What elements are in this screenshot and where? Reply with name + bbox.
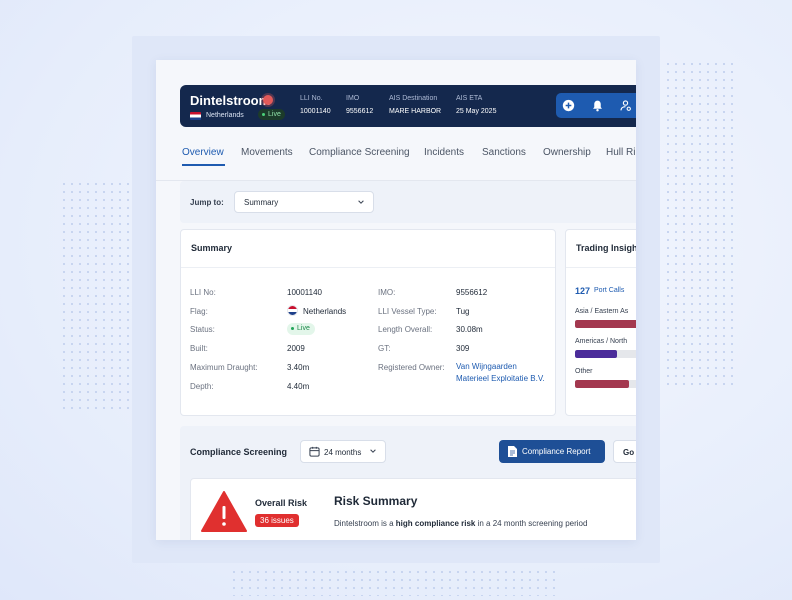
go-button-label: Go xyxy=(623,448,635,457)
region-bar-fill xyxy=(575,350,617,358)
summary-label: IMO: xyxy=(378,288,396,297)
bell-icon[interactable] xyxy=(591,99,604,112)
risk-text-post: in a 24 month screening period xyxy=(475,519,588,528)
meta-label-eta: AIS ETA xyxy=(456,95,483,102)
chevron-down-icon xyxy=(358,200,364,204)
vessel-header: Dintelstroom Netherlands Live LLI No. 10… xyxy=(180,85,636,127)
port-calls-count: 127 xyxy=(575,286,591,296)
summary-value: 30.08m xyxy=(456,325,483,334)
go-button[interactable]: Go xyxy=(613,440,636,463)
dot-pattern-bottom xyxy=(230,568,560,596)
meta-label-lli: LLI No. xyxy=(300,95,323,102)
vessel-actions xyxy=(556,93,636,118)
meta-value-destination: MARE HARBOR xyxy=(389,108,442,115)
summary-value: 4.40m xyxy=(287,382,310,391)
summary-title: Summary xyxy=(191,243,233,253)
compliance-title: Compliance Screening xyxy=(190,447,288,457)
risk-text-highlight: high compliance risk xyxy=(395,519,476,528)
summary-label: Depth: xyxy=(190,382,214,391)
region-label: Americas / North xyxy=(575,338,628,345)
registered-owner-link-line2[interactable]: Materieel Exploitatie B.V. xyxy=(456,373,545,385)
region-bar xyxy=(575,320,636,328)
issues-badge[interactable]: 36 issues xyxy=(255,514,299,527)
summary-label: GT: xyxy=(378,344,391,353)
active-tab-indicator xyxy=(182,164,225,166)
tab-sanctions[interactable]: Sanctions xyxy=(482,147,526,158)
meta-label-destination: AIS Destination xyxy=(389,95,438,102)
summary-panel: Summary LLI No: 10001140 Flag: Netherlan… xyxy=(180,229,556,416)
summary-label: Flag: xyxy=(190,307,208,316)
meta-value-eta: 25 May 2025 xyxy=(456,108,497,115)
region-label: Asia / Eastern As xyxy=(575,308,629,315)
dot-pattern-right xyxy=(664,60,734,390)
calendar-icon xyxy=(309,446,320,457)
dot-pattern-left xyxy=(60,180,130,410)
compliance-report-label: Compliance Report xyxy=(522,447,591,456)
user-location-icon[interactable] xyxy=(619,99,632,112)
risk-text-pre: Dintelstroom is a xyxy=(334,519,396,528)
summary-value: Tug xyxy=(456,307,470,316)
period-value: 24 months xyxy=(324,448,362,457)
meta-value-imo: 9556612 xyxy=(346,108,374,115)
netherlands-flag-icon xyxy=(287,305,298,316)
tab-overview[interactable]: Overview xyxy=(182,147,224,158)
document-icon xyxy=(508,446,517,457)
compliance-report-button[interactable]: Compliance Report xyxy=(499,440,605,463)
trading-insights-title: Trading Insigh xyxy=(576,243,636,253)
summary-value: 10001140 xyxy=(287,288,322,297)
summary-label: Length Overall: xyxy=(378,325,433,334)
summary-label: Status: xyxy=(190,325,215,334)
tab-hull-risk[interactable]: Hull Ri xyxy=(606,147,635,158)
vessel-country: Netherlands xyxy=(206,112,244,119)
vessel-name: Dintelstroom xyxy=(190,93,271,108)
summary-label: LLI Vessel Type: xyxy=(378,307,437,316)
plus-circle-icon[interactable] xyxy=(562,99,575,112)
region-bar xyxy=(575,380,636,388)
summary-value: 3.40m xyxy=(287,363,310,372)
summary-value: 309 xyxy=(456,344,470,353)
jump-to-value: Summary xyxy=(244,198,279,207)
risk-summary-title: Risk Summary xyxy=(334,494,418,508)
chevron-down-icon xyxy=(370,449,376,453)
trading-insights-panel: Trading Insigh 127 Port Calls Asia / Eas… xyxy=(565,229,636,416)
summary-divider xyxy=(181,267,555,268)
summary-value: 9556612 xyxy=(456,288,488,297)
port-calls-label[interactable]: Port Calls xyxy=(594,287,624,294)
meta-label-imo: IMO xyxy=(346,95,360,102)
registered-owner-link-line1[interactable]: Van Wijngaarden xyxy=(456,361,517,373)
netherlands-flag-icon xyxy=(190,112,201,120)
alert-dot-icon xyxy=(263,95,273,105)
risk-summary-card xyxy=(190,478,636,540)
warning-icon xyxy=(201,491,247,532)
overall-risk-label: Overall Risk xyxy=(255,498,308,508)
tab-ownership[interactable]: Ownership xyxy=(543,147,591,158)
tab-incidents[interactable]: Incidents xyxy=(424,147,464,158)
region-bar-fill xyxy=(575,320,636,328)
period-select[interactable]: 24 months xyxy=(300,440,386,463)
summary-label: Built: xyxy=(190,344,208,353)
summary-value: 2009 xyxy=(287,344,305,353)
summary-label: LLI No: xyxy=(190,288,216,297)
region-bar xyxy=(575,350,636,358)
vessel-page: Dintelstroom Netherlands Live LLI No. 10… xyxy=(156,60,636,540)
region-bar-fill xyxy=(575,380,629,388)
summary-label: Registered Owner: xyxy=(378,363,445,372)
tab-movements[interactable]: Movements xyxy=(241,147,293,158)
status-badge: Live xyxy=(287,323,315,335)
summary-label: Maximum Draught: xyxy=(190,363,258,372)
region-label: Other xyxy=(575,368,593,375)
risk-summary-text: Dintelstroom is a high compliance risk i… xyxy=(334,519,587,528)
trading-divider xyxy=(566,267,636,268)
meta-value-lli: 10001140 xyxy=(300,108,331,115)
jump-to-select[interactable]: Summary xyxy=(234,191,374,213)
summary-value: Netherlands xyxy=(303,307,347,316)
live-status-badge: Live xyxy=(258,109,285,120)
tab-compliance-screening[interactable]: Compliance Screening xyxy=(309,147,410,158)
jump-to-label: Jump to: xyxy=(190,198,224,207)
